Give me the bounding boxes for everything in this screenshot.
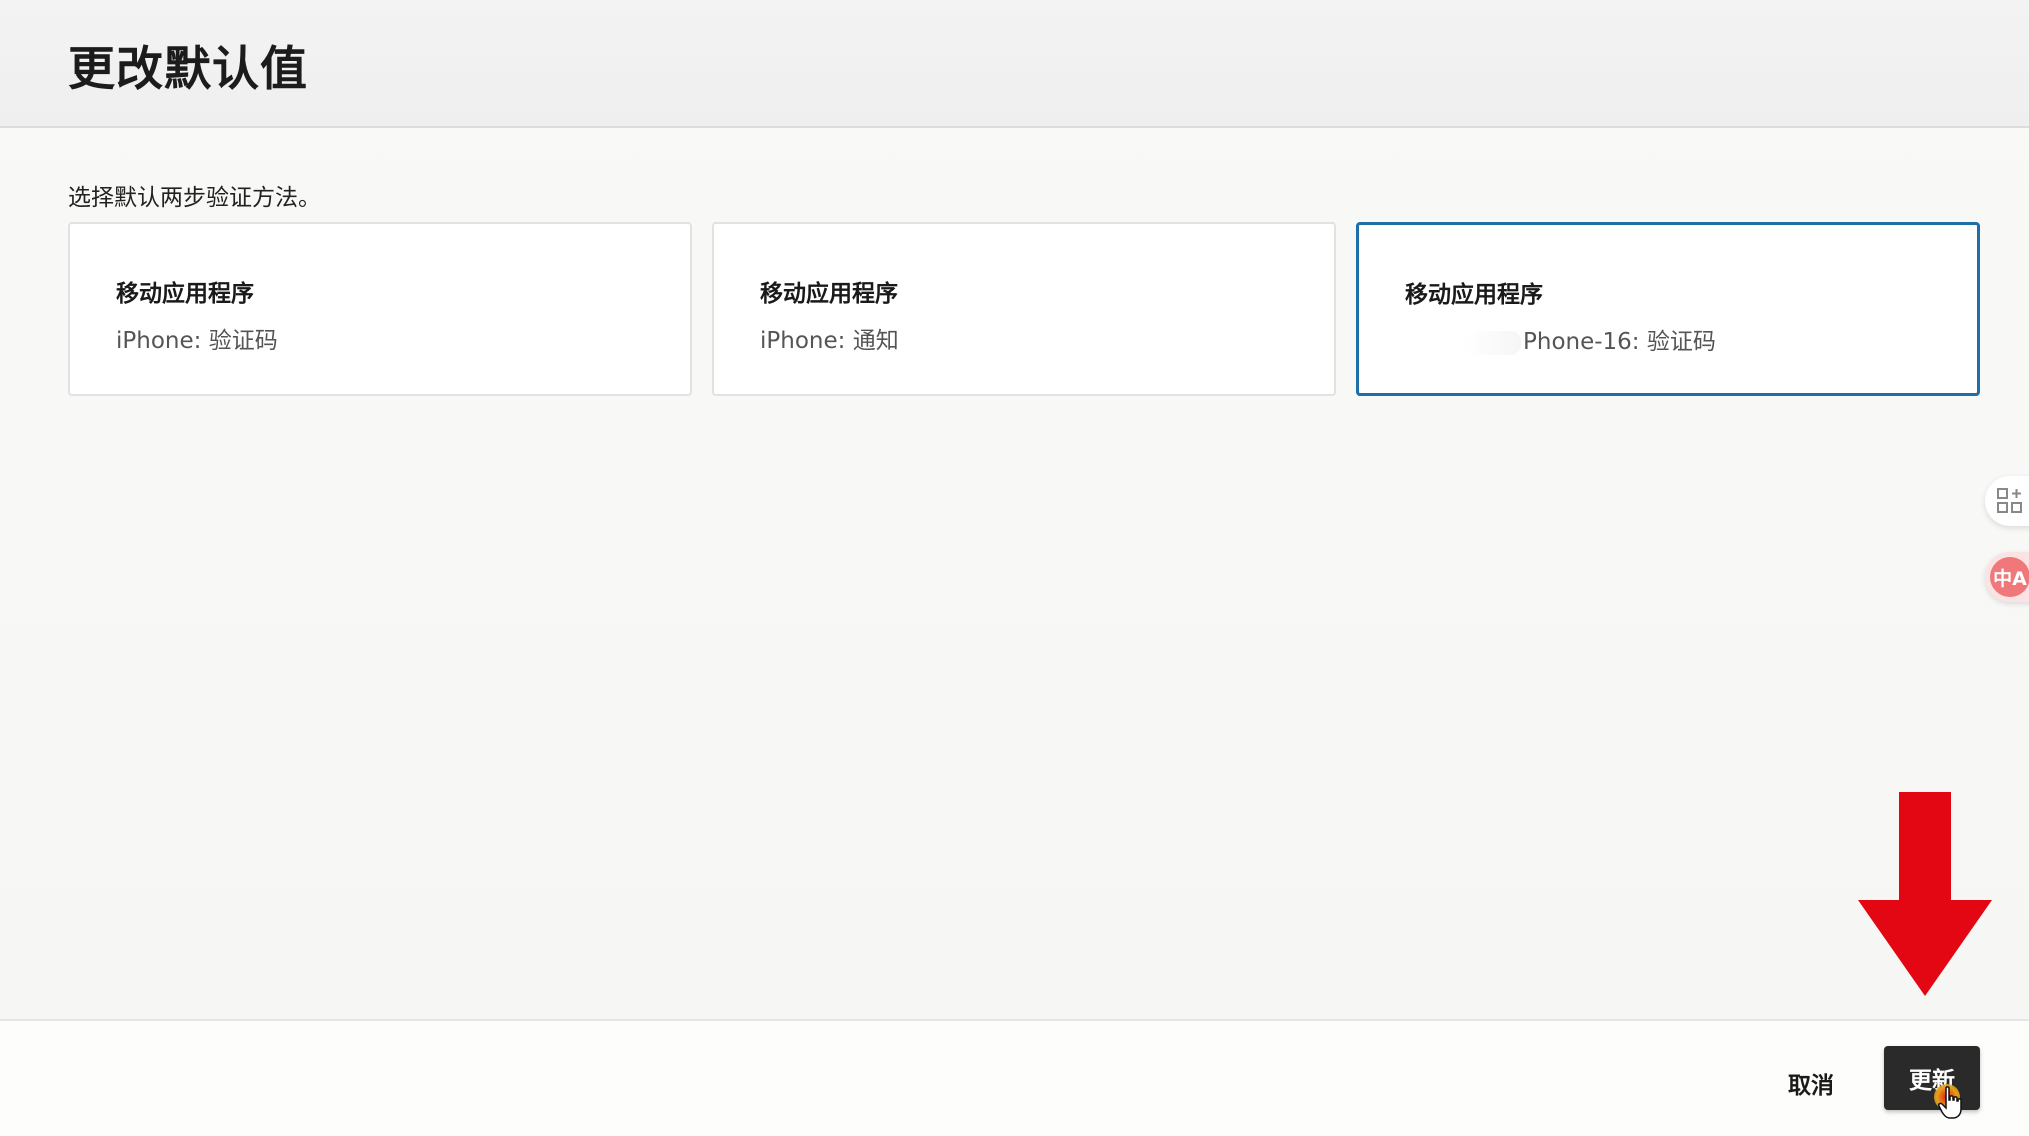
instruction-text: 选择默认两步验证方法。: [68, 185, 321, 211]
redacted-device-name: [1405, 330, 1521, 355]
page: 更改默认值 选择默认两步验证方法。 移动应用程序 iPhone: 验证码 移动应…: [0, 0, 2029, 1136]
translate-button[interactable]: 中A: [1985, 552, 2029, 602]
option-title: 移动应用程序: [1405, 282, 1543, 308]
apps-grid-plus-icon: [1996, 487, 2024, 515]
option-detail-row: Phone-16: 验证码: [1405, 322, 1716, 356]
option-card-iphone-notification[interactable]: 移动应用程序 iPhone: 通知: [712, 222, 1336, 396]
header: 更改默认值: [0, 0, 2029, 128]
option-card-phone16-code[interactable]: 移动应用程序 Phone-16: 验证码: [1356, 222, 1980, 396]
option-card-iphone-code[interactable]: 移动应用程序 iPhone: 验证码: [68, 222, 692, 396]
cancel-button[interactable]: 取消: [1770, 1063, 1852, 1103]
hand-cursor-icon: [1938, 1086, 1964, 1124]
option-title: 移动应用程序: [116, 281, 254, 307]
option-title: 移动应用程序: [760, 281, 898, 307]
option-detail: iPhone: 通知: [760, 328, 899, 354]
option-detail: iPhone: 验证码: [116, 328, 278, 354]
update-button[interactable]: 更新: [1884, 1046, 1980, 1110]
apps-button[interactable]: [1985, 476, 2029, 526]
footer: 取消 更新: [0, 1019, 2029, 1136]
page-title: 更改默认值: [68, 42, 308, 97]
option-detail: Phone-16: 验证码: [1523, 329, 1716, 355]
translate-icon: 中A: [1990, 557, 2029, 597]
down-arrow-icon: [1858, 792, 1992, 1000]
